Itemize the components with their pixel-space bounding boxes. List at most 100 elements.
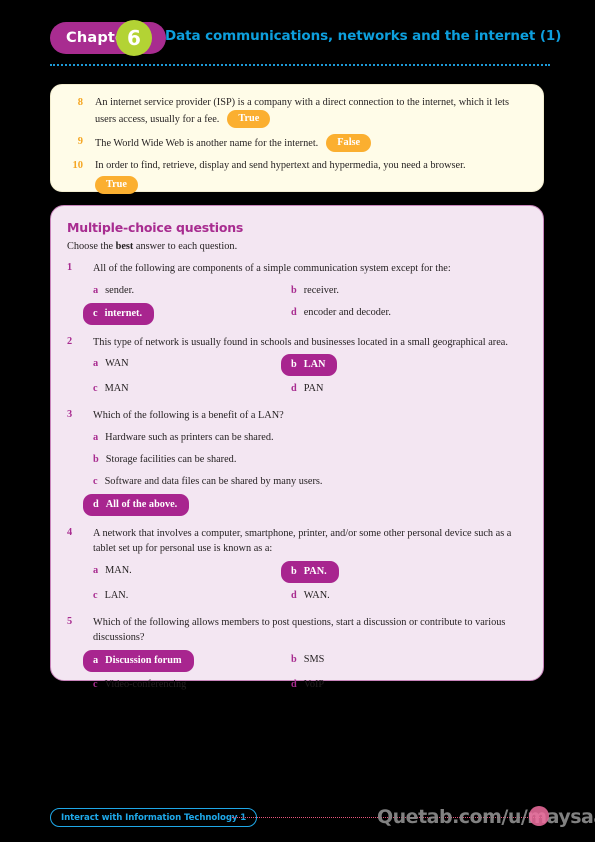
option-text: Discussion forum xyxy=(105,654,182,666)
option-a-correct[interactable]: a Discussion forum xyxy=(83,649,194,672)
option-d-correct[interactable]: d All of the above. xyxy=(83,493,190,516)
options-group: a Hardware such as printers can be shared… xyxy=(83,428,527,516)
option-a[interactable]: a Hardware such as printers can be shared… xyxy=(93,428,274,447)
option-letter: d xyxy=(291,383,297,394)
options-group: a MAN. b PAN. c LAN. d WAN. xyxy=(93,560,527,605)
option-c-correct[interactable]: c internet. xyxy=(83,302,155,325)
option-b[interactable]: b SMS xyxy=(291,650,324,669)
option-text: Storage facilities can be shared. xyxy=(105,453,237,465)
question-number: 2 xyxy=(67,335,73,347)
option-column-right: d WAN. xyxy=(291,586,527,605)
option-column-full: b Storage facilities can be shared. xyxy=(93,450,527,469)
true-false-answers-panel: 8 An internet service provider (ISP) is … xyxy=(50,84,544,194)
options-group: a Discussion forum b SMS c Video-conferenci… xyxy=(83,649,527,694)
option-row: c Video-conferencing d VoIP xyxy=(93,675,527,694)
chapter-number-badge: 6 xyxy=(116,20,152,56)
question-text: This type of network is usually found in… xyxy=(93,336,508,348)
section-heading: Multiple-choice questions xyxy=(67,220,244,235)
option-letter: a xyxy=(93,654,99,666)
option-letter: b xyxy=(291,284,297,296)
option-column-left: a MAN. xyxy=(93,561,291,583)
question-text: An internet service provider (ISP) is a … xyxy=(95,97,510,125)
option-letter: a xyxy=(93,284,99,296)
multiple-choice-panel: Multiple-choice questions Choose the bes… xyxy=(50,205,544,690)
option-c[interactable]: c MAN xyxy=(93,379,129,398)
option-text: encoder and decoder. xyxy=(303,306,391,318)
question-number: 4 xyxy=(67,526,73,538)
chapter-number: 6 xyxy=(127,26,141,50)
option-text: WAN. xyxy=(303,589,330,601)
options-group: a WAN b LAN c MAN d PAN xyxy=(93,354,527,398)
option-letter: b xyxy=(291,565,297,577)
option-column-full: c Software and data files can be shared b… xyxy=(93,472,527,491)
option-text: LAN xyxy=(303,359,326,370)
option-column-left: c MAN xyxy=(93,379,291,398)
option-letter: a xyxy=(93,358,99,369)
answer-pill: False xyxy=(326,134,372,152)
option-a[interactable]: a WAN xyxy=(93,354,129,373)
option-a[interactable]: a sender. xyxy=(93,281,134,300)
question-text: A network that involves a computer, smar… xyxy=(93,527,512,555)
option-d[interactable]: d PAN xyxy=(291,379,323,398)
option-text: WAN xyxy=(105,358,129,369)
question-body: The World Wide Web is another name for t… xyxy=(95,134,372,152)
option-b[interactable]: b receiver. xyxy=(291,281,339,300)
option-column-left: a sender. xyxy=(93,281,291,300)
true-false-item: 10 In order to find, retrieve, display a… xyxy=(61,158,529,194)
question-text: The World Wide Web is another name for t… xyxy=(95,138,319,149)
option-b-correct[interactable]: b LAN xyxy=(281,354,338,376)
option-text: MAN. xyxy=(105,564,132,576)
option-letter: d xyxy=(291,589,297,601)
option-a[interactable]: a MAN. xyxy=(93,561,132,580)
option-letter: d xyxy=(291,306,297,318)
option-text: Software and data files can be shared by… xyxy=(104,475,323,487)
option-row: c MAN d PAN xyxy=(93,379,527,398)
option-letter: c xyxy=(93,589,98,601)
option-column-left: c internet. xyxy=(83,302,291,325)
question-text: Which of the following is a benefit of a… xyxy=(93,410,284,421)
question-row: 3 Which of the following is a benefit of… xyxy=(67,408,527,424)
option-b[interactable]: b Storage facilities can be shared. xyxy=(93,450,236,469)
question-number: 1 xyxy=(67,262,73,273)
instruction-after: answer to each question. xyxy=(133,241,238,252)
option-c[interactable]: c Video-conferencing xyxy=(93,675,186,694)
instruction-emphasis: best xyxy=(115,241,134,252)
question-row: 4 A network that involves a computer, sm… xyxy=(67,526,527,557)
option-column-right: b PAN. xyxy=(281,560,527,583)
option-row: a WAN b LAN xyxy=(93,354,527,376)
option-text: PAN xyxy=(303,383,324,394)
option-column-left: a Discussion forum xyxy=(83,649,291,672)
question-row: 1 All of the following are components of… xyxy=(67,261,527,277)
options-group: a sender. b receiver. c internet. d encoder … xyxy=(83,281,527,325)
option-letter: c xyxy=(93,678,98,690)
option-c[interactable]: c Software and data files can be shared b… xyxy=(93,472,322,491)
question-row: 5 Which of the following allows members … xyxy=(67,615,527,646)
option-text: Hardware such as printers can be shared. xyxy=(105,431,274,443)
option-d[interactable]: d WAN. xyxy=(291,586,330,605)
question-text: In order to find, retrieve, display and … xyxy=(95,160,466,171)
instruction-before: Choose the xyxy=(67,241,116,252)
option-text: sender. xyxy=(105,284,135,296)
option-letter: d xyxy=(93,498,99,510)
option-column-full: a Hardware such as printers can be shared… xyxy=(93,428,527,447)
true-false-item: 8 An internet service provider (ISP) is … xyxy=(61,95,529,128)
option-text: internet. xyxy=(104,307,143,319)
option-letter: b xyxy=(291,653,297,665)
option-d[interactable]: d encoder and decoder. xyxy=(291,303,391,322)
question-text: Which of the following allows members to… xyxy=(93,616,506,644)
option-b-correct[interactable]: b PAN. xyxy=(281,560,339,583)
option-d[interactable]: d VoIP xyxy=(291,675,324,694)
book-title: Interact with Information Technology 1 xyxy=(61,812,247,823)
option-row: b Storage facilities can be shared. xyxy=(93,450,527,469)
question-body: In order to find, retrieve, display and … xyxy=(95,158,466,194)
option-row: c LAN. d WAN. xyxy=(93,586,527,605)
question-number: 5 xyxy=(67,615,73,627)
option-c[interactable]: c LAN. xyxy=(93,586,128,605)
option-column-full: d All of the above. xyxy=(83,493,527,516)
question-number: 8 xyxy=(77,97,83,108)
header-divider xyxy=(50,64,550,66)
option-row: c Software and data files can be shared b… xyxy=(93,472,527,491)
option-text: SMS xyxy=(303,653,325,665)
option-text: VoIP xyxy=(303,678,325,690)
option-letter: b xyxy=(291,359,297,370)
